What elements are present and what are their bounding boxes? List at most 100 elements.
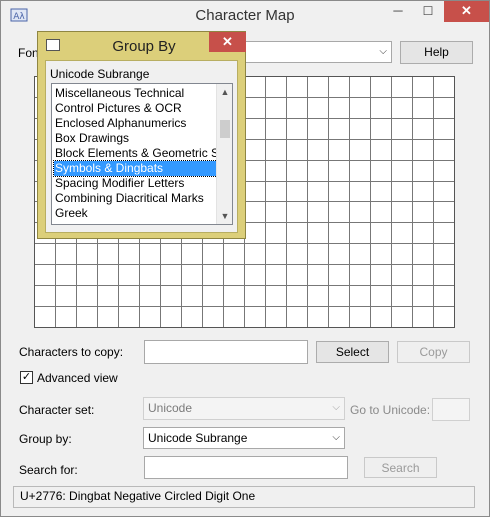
character-cell[interactable]	[412, 285, 434, 307]
character-cell[interactable]	[244, 118, 266, 140]
character-cell[interactable]	[433, 265, 454, 286]
character-cell[interactable]	[98, 306, 120, 328]
character-cell[interactable]	[391, 160, 413, 182]
character-cell[interactable]	[265, 264, 287, 286]
character-cell[interactable]	[97, 264, 120, 286]
character-cell[interactable]	[307, 118, 329, 140]
list-item-selected[interactable]: Symbols & Dingbats	[53, 160, 218, 177]
character-cell[interactable]	[139, 243, 162, 265]
character-cell[interactable]	[433, 98, 454, 120]
character-cell[interactable]	[433, 160, 454, 182]
list-item[interactable]: Miscellaneous Technical	[54, 86, 217, 101]
character-cell[interactable]	[181, 264, 204, 286]
character-cell[interactable]	[328, 264, 350, 286]
character-cell[interactable]	[119, 306, 141, 328]
character-cell[interactable]	[202, 285, 225, 307]
character-cell[interactable]	[307, 97, 329, 120]
character-cell[interactable]	[55, 243, 78, 265]
scroll-up-icon[interactable]: ▲	[217, 84, 232, 100]
character-cell[interactable]	[307, 285, 329, 307]
character-cell[interactable]	[265, 202, 287, 224]
character-cell[interactable]	[182, 306, 204, 328]
character-cell[interactable]	[412, 243, 434, 265]
copy-button[interactable]: Copy	[397, 341, 470, 363]
character-cell[interactable]	[349, 181, 371, 203]
character-cell[interactable]	[412, 306, 434, 328]
character-cell[interactable]	[56, 306, 78, 328]
character-cell[interactable]	[286, 285, 308, 307]
character-cell[interactable]	[160, 264, 183, 286]
character-cell[interactable]	[328, 306, 350, 328]
character-cell[interactable]	[412, 77, 434, 99]
character-cell[interactable]	[139, 285, 162, 307]
character-cell[interactable]	[265, 222, 287, 245]
character-cell[interactable]	[370, 285, 392, 307]
character-cell[interactable]	[328, 285, 350, 307]
character-cell[interactable]	[349, 160, 371, 182]
group-by-select[interactable]: Unicode Subrange ⌵	[143, 427, 345, 449]
subrange-listbox[interactable]: Miscellaneous Technical Control Pictures…	[51, 83, 233, 225]
character-cell[interactable]	[370, 264, 392, 286]
character-cell[interactable]	[349, 97, 371, 120]
character-cell[interactable]	[391, 202, 413, 224]
character-cell[interactable]	[433, 223, 454, 245]
character-cell[interactable]	[412, 139, 434, 161]
character-cell[interactable]	[370, 243, 392, 265]
list-item[interactable]: Block Elements & Geometric Shapes	[54, 146, 217, 161]
advanced-view-checkbox[interactable]: ✓	[20, 371, 33, 384]
character-cell[interactable]	[433, 181, 454, 203]
character-cell[interactable]	[286, 118, 308, 140]
character-cell[interactable]	[286, 97, 308, 120]
character-cell[interactable]	[433, 140, 454, 161]
character-cell[interactable]	[35, 264, 57, 286]
character-cell[interactable]	[391, 77, 413, 99]
character-cell[interactable]	[370, 222, 392, 245]
list-item[interactable]: Control Pictures & OCR	[54, 101, 217, 116]
character-cell[interactable]	[223, 285, 245, 307]
scroll-down-icon[interactable]: ▼	[217, 208, 232, 224]
character-cell[interactable]	[286, 306, 308, 328]
help-button[interactable]: Help	[400, 41, 473, 64]
character-cell[interactable]	[328, 202, 350, 224]
character-cell[interactable]	[328, 118, 350, 140]
character-cell[interactable]	[76, 264, 99, 286]
character-cell[interactable]	[349, 306, 371, 328]
character-cell[interactable]	[370, 118, 392, 140]
character-cell[interactable]	[328, 181, 350, 203]
character-cell[interactable]	[244, 202, 266, 224]
character-cell[interactable]	[35, 285, 57, 307]
character-cell[interactable]	[370, 139, 392, 161]
character-cell[interactable]	[244, 77, 266, 99]
character-cell[interactable]	[286, 160, 308, 182]
search-input[interactable]	[144, 456, 348, 479]
character-cell[interactable]	[412, 118, 434, 140]
list-item[interactable]: Greek	[54, 206, 217, 221]
character-cell[interactable]	[307, 202, 329, 224]
search-button[interactable]: Search	[364, 457, 437, 478]
character-cell[interactable]	[202, 243, 225, 265]
character-cell[interactable]	[307, 222, 329, 245]
character-cell[interactable]	[370, 77, 392, 99]
character-cell[interactable]	[412, 202, 434, 224]
character-cell[interactable]	[412, 222, 434, 245]
list-item[interactable]: Spacing Modifier Letters	[54, 176, 217, 191]
character-cell[interactable]	[370, 306, 392, 328]
character-cell[interactable]	[412, 97, 434, 120]
character-cell[interactable]	[286, 222, 308, 245]
character-cell[interactable]	[55, 285, 78, 307]
character-cell[interactable]	[349, 264, 371, 286]
character-cell[interactable]	[433, 119, 454, 140]
character-cell[interactable]	[265, 306, 287, 328]
character-cell[interactable]	[203, 306, 225, 328]
character-cell[interactable]	[307, 139, 329, 161]
character-set-select[interactable]: Unicode ⌵	[143, 397, 345, 420]
select-button[interactable]: Select	[316, 341, 389, 363]
character-cell[interactable]	[328, 97, 350, 120]
character-cell[interactable]	[202, 264, 225, 286]
character-cell[interactable]	[307, 77, 329, 99]
character-cell[interactable]	[391, 222, 413, 245]
character-cell[interactable]	[35, 306, 57, 328]
characters-to-copy-input[interactable]	[144, 340, 308, 364]
character-cell[interactable]	[118, 285, 141, 307]
character-cell[interactable]	[391, 264, 413, 286]
